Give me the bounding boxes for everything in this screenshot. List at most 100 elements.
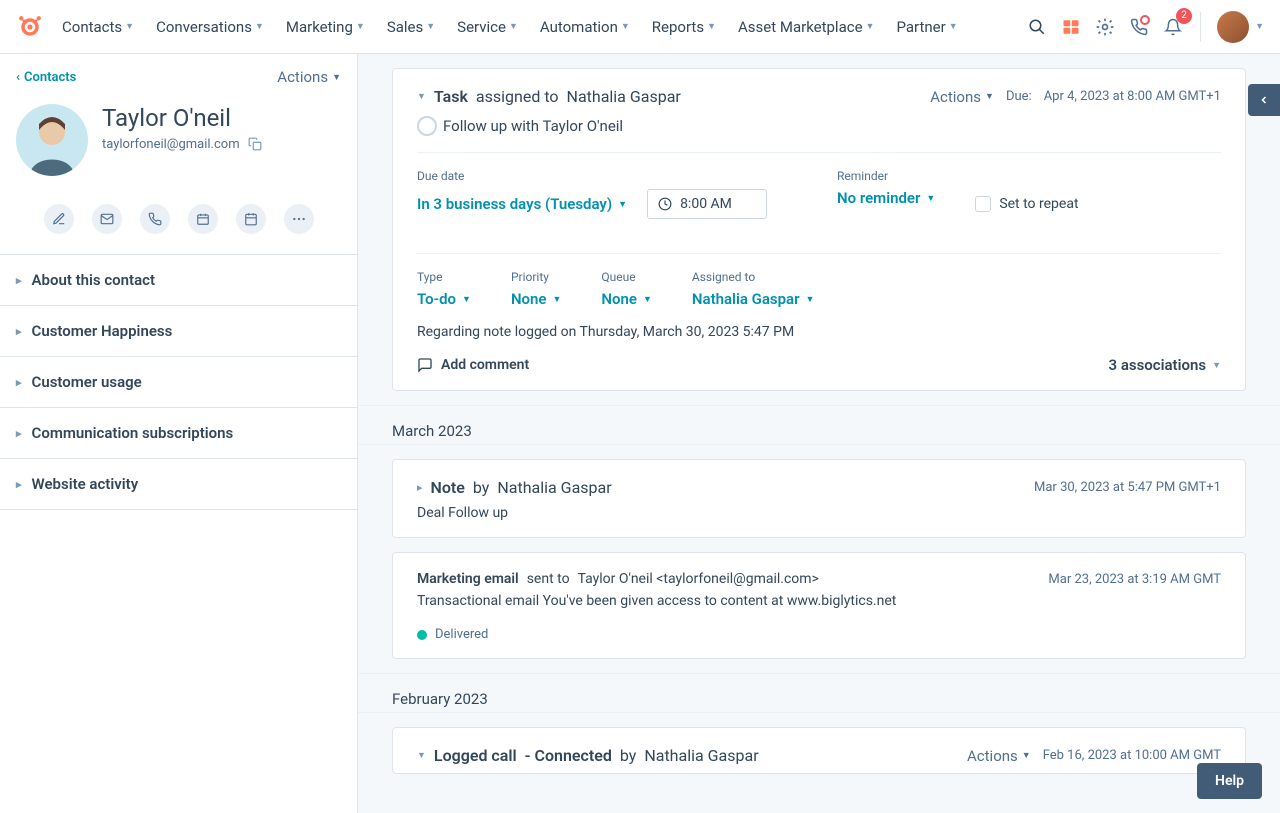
assigned-to-value: Nathalia Gaspar <box>692 290 800 308</box>
queue-label: Queue <box>601 270 651 284</box>
chevron-down-icon[interactable]: ▼ <box>1255 21 1264 32</box>
nav-partner[interactable]: Partner▼ <box>896 18 957 36</box>
task-card: ▼ Task assigned to Nathalia Gaspar Actio… <box>392 68 1246 391</box>
queue-dropdown[interactable]: None▼ <box>601 290 651 308</box>
back-to-contacts[interactable]: ‹ Contacts <box>16 70 76 85</box>
task-complete-checkbox[interactable] <box>417 116 437 136</box>
task-actions-dropdown[interactable]: Actions ▼ <box>930 88 994 106</box>
sidebar-section-website[interactable]: ▸Website activity <box>0 459 357 510</box>
nav-marketing[interactable]: Marketing▼ <box>286 18 365 36</box>
task-due-value: Apr 4, 2023 at 8:00 AM GMT+1 <box>1044 89 1221 104</box>
right-drawer-toggle[interactable] <box>1248 84 1280 116</box>
nav-contacts[interactable]: Contacts▼ <box>62 18 134 36</box>
queue-value: None <box>601 290 637 308</box>
sidebar-section-label: Website activity <box>32 475 139 493</box>
contact-sidebar: ‹ Contacts Actions ▼ Taylor O'neil taylo… <box>0 54 358 813</box>
notifications-icon[interactable]: 2 <box>1156 10 1190 44</box>
create-call-button[interactable] <box>140 204 170 234</box>
nav-reports[interactable]: Reports▼ <box>652 18 716 36</box>
logged-call-card: ▼ Logged call - Connected by Nathalia Ga… <box>392 727 1246 774</box>
create-email-button[interactable] <box>92 204 122 234</box>
contact-email: taylorfoneil@gmail.com <box>102 137 240 152</box>
create-note-button[interactable] <box>44 204 74 234</box>
user-avatar[interactable] <box>1217 11 1249 43</box>
due-time-input[interactable]: 8:00 AM <box>647 189 767 219</box>
due-time-value: 8:00 AM <box>680 196 732 212</box>
nav-automation[interactable]: Automation▼ <box>540 18 630 36</box>
task-actions-label: Actions <box>930 88 981 106</box>
call-by-prefix: by <box>620 746 636 765</box>
more-actions-button[interactable] <box>284 204 314 234</box>
chevron-right-icon[interactable]: ▸ <box>417 481 423 494</box>
copy-icon[interactable] <box>248 137 262 151</box>
note-timestamp: Mar 30, 2023 at 5:47 PM GMT+1 <box>1034 480 1221 495</box>
nav-sales-label: Sales <box>387 18 423 36</box>
note-card: ▸ Note by Nathalia Gaspar Mar 30, 2023 a… <box>392 459 1246 538</box>
sidebar-actions-label: Actions <box>277 68 328 86</box>
chevron-down-icon: ▼ <box>426 21 435 32</box>
chevron-down-icon: ▼ <box>1212 360 1221 371</box>
settings-icon[interactable] <box>1088 10 1122 44</box>
delivery-status-label: Delivered <box>435 627 488 642</box>
set-to-repeat-checkbox[interactable]: Set to repeat <box>975 189 1078 219</box>
task-assigned-prefix: assigned to <box>476 87 559 106</box>
sidebar-actions-dropdown[interactable]: Actions ▼ <box>277 68 341 86</box>
nav-conversations[interactable]: Conversations▼ <box>156 18 264 36</box>
task-regarding-text: Regarding note logged on Thursday, March… <box>393 308 1245 340</box>
contact-action-row <box>0 188 357 255</box>
status-dot-icon <box>417 630 427 640</box>
nav-marketing-label: Marketing <box>286 18 353 36</box>
marketing-email-card: Marketing email sent to Taylor O'neil <t… <box>392 552 1246 659</box>
task-assigned-to[interactable]: Nathalia Gaspar <box>567 87 681 106</box>
sidebar-section-about[interactable]: ▸About this contact <box>0 255 357 306</box>
reminder-dropdown[interactable]: No reminder ▼ <box>837 189 935 207</box>
priority-value: None <box>511 290 547 308</box>
type-dropdown[interactable]: To-do ▼ <box>417 290 471 308</box>
activity-timeline: ▼ Task assigned to Nathalia Gaspar Actio… <box>358 54 1280 813</box>
chevron-down-icon: ▼ <box>866 21 875 32</box>
create-task-button[interactable] <box>188 204 218 234</box>
priority-dropdown[interactable]: None▼ <box>511 290 561 308</box>
reminder-label: Reminder <box>837 169 935 183</box>
hubspot-logo[interactable] <box>16 13 44 41</box>
chevron-down-icon: ▼ <box>356 21 365 32</box>
marketplace-icon[interactable] <box>1054 10 1088 44</box>
chevron-down-icon: ▼ <box>707 21 716 32</box>
call-author[interactable]: Nathalia Gaspar <box>644 746 758 765</box>
assigned-to-dropdown[interactable]: Nathalia Gaspar▼ <box>692 290 815 308</box>
add-comment-button[interactable]: Add comment <box>417 357 529 373</box>
nav-service-label: Service <box>457 18 506 36</box>
clock-icon <box>658 197 672 211</box>
call-actions-label: Actions <box>967 747 1018 765</box>
chevron-down-icon: ▼ <box>618 199 627 210</box>
sidebar-section-subscriptions[interactable]: ▸Communication subscriptions <box>0 408 357 459</box>
contact-avatar[interactable] <box>16 104 88 176</box>
marketing-body: Transactional email You've been given ac… <box>417 593 1221 609</box>
nav-sales[interactable]: Sales▼ <box>387 18 435 36</box>
create-meeting-button[interactable] <box>236 204 266 234</box>
assigned-to-label: Assigned to <box>692 270 815 284</box>
call-actions-dropdown[interactable]: Actions ▼ <box>967 747 1031 765</box>
call-outcome: - Connected <box>525 746 612 765</box>
sidebar-section-label: Customer usage <box>32 373 142 391</box>
associations-dropdown[interactable]: 3 associations ▼ <box>1109 356 1221 374</box>
help-button[interactable]: Help <box>1197 763 1262 799</box>
collapse-icon[interactable]: ▼ <box>417 91 426 102</box>
type-value: To-do <box>417 290 456 308</box>
chevron-down-icon: ▼ <box>462 294 471 305</box>
due-date-dropdown[interactable]: In 3 business days (Tuesday) ▼ <box>417 195 627 213</box>
note-type-label: Note <box>431 478 465 497</box>
sidebar-section-happiness[interactable]: ▸Customer Happiness <box>0 306 357 357</box>
chevron-down-icon: ▼ <box>949 21 958 32</box>
nav-service[interactable]: Service▼ <box>457 18 518 36</box>
back-label: Contacts <box>24 70 76 85</box>
search-icon[interactable] <box>1020 10 1054 44</box>
reminder-value: No reminder <box>837 189 920 207</box>
chevron-right-icon: ▸ <box>16 325 22 338</box>
sidebar-section-usage[interactable]: ▸Customer usage <box>0 357 357 408</box>
calling-icon[interactable] <box>1122 10 1156 44</box>
chevron-down-icon: ▼ <box>125 21 134 32</box>
note-author[interactable]: Nathalia Gaspar <box>497 478 611 497</box>
nav-asset-marketplace[interactable]: Asset Marketplace▼ <box>738 18 874 36</box>
collapse-icon[interactable]: ▼ <box>417 750 426 761</box>
